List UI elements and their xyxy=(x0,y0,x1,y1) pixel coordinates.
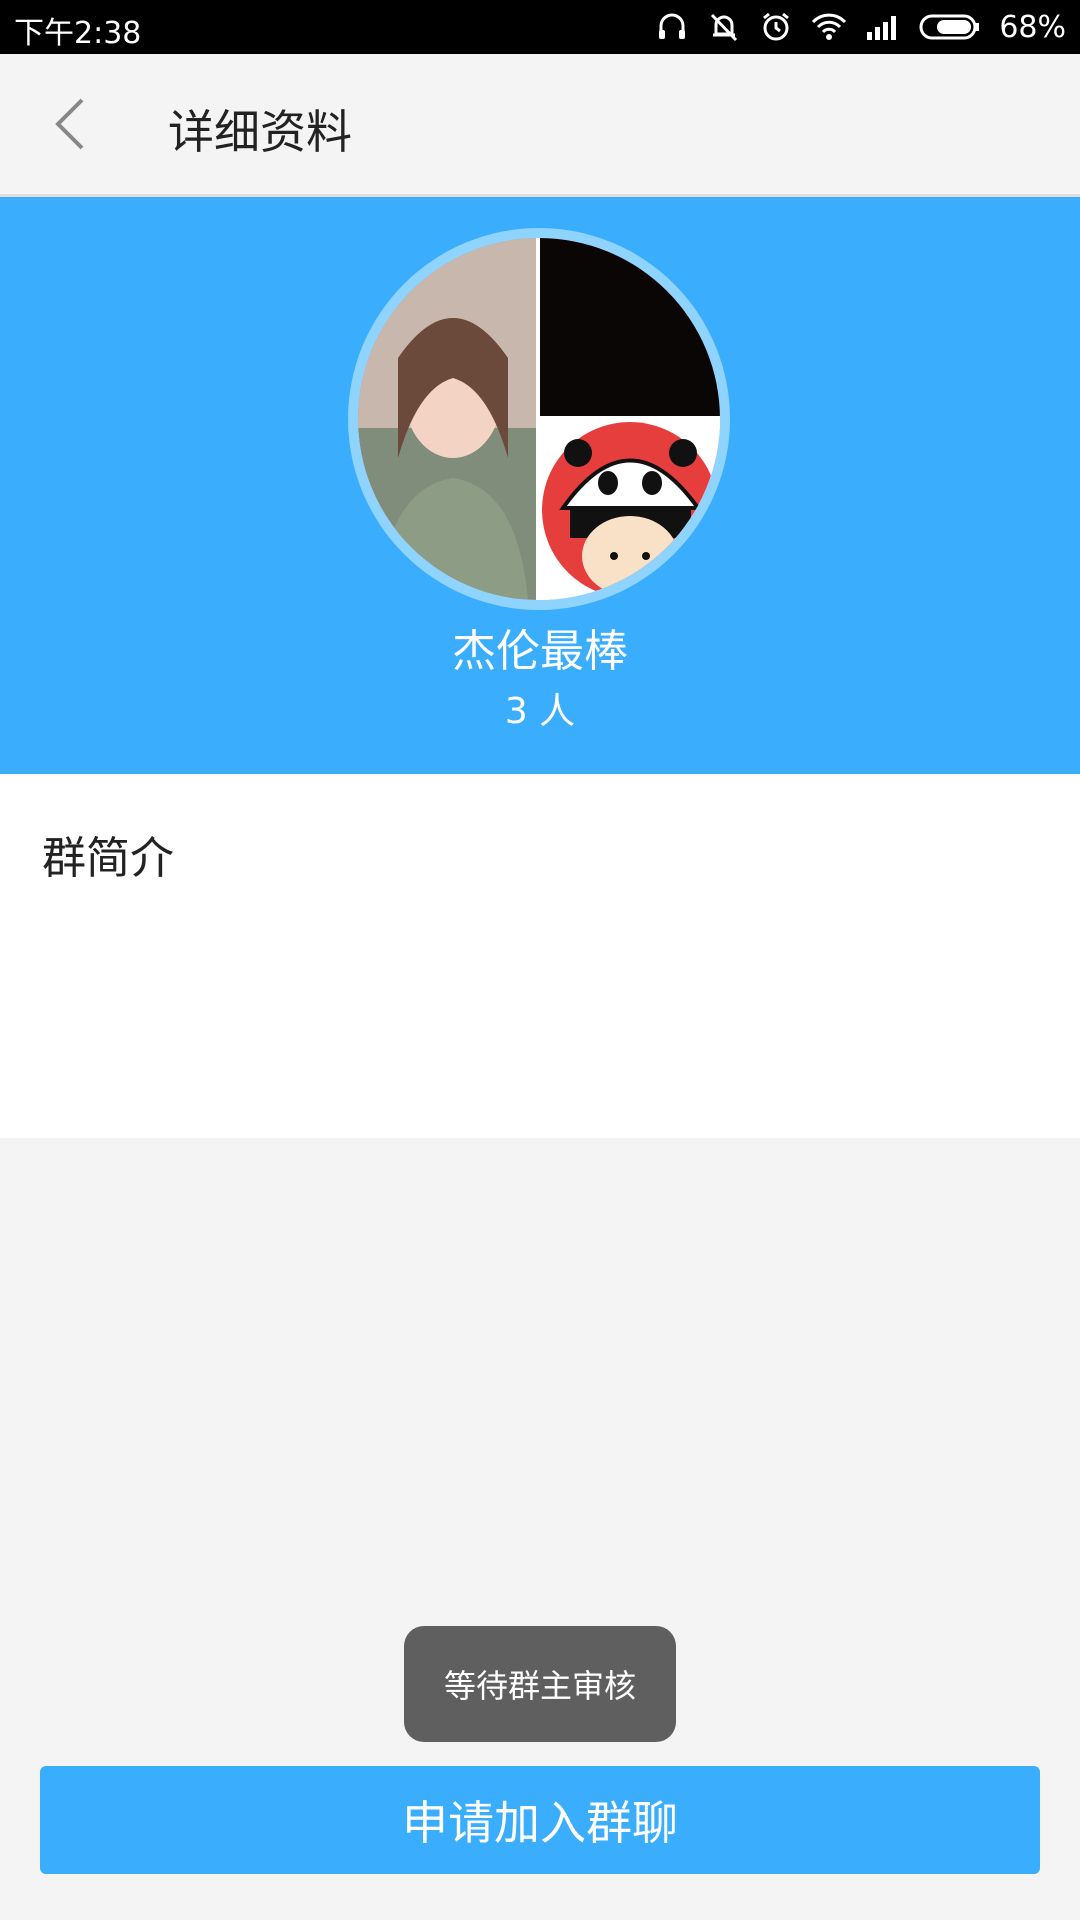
alarm-icon xyxy=(759,10,793,44)
group-intro-title: 群简介 xyxy=(42,833,174,884)
status-icons: 68% xyxy=(655,6,1066,48)
wifi-icon xyxy=(811,12,847,42)
group-avatar[interactable] xyxy=(358,238,720,600)
battery-percent: 68% xyxy=(999,9,1066,45)
join-group-button[interactable]: 申请加入群聊 xyxy=(40,1766,1040,1874)
member-count: 3 人 xyxy=(504,691,576,732)
status-bar: 下午2:38 68% xyxy=(0,0,1080,54)
app-header: 详细资料 xyxy=(0,54,1080,197)
group-name: 杰伦最棒 xyxy=(452,626,628,677)
group-avatar-collage xyxy=(358,238,720,600)
headset-icon xyxy=(655,10,689,44)
toast-message: 等待群主审核 xyxy=(404,1626,676,1742)
signal-icon xyxy=(865,12,901,42)
bell-muted-icon xyxy=(707,10,741,44)
status-time: 下午2:38 xyxy=(14,16,142,51)
page-title: 详细资料 xyxy=(168,105,352,159)
back-button[interactable] xyxy=(40,94,100,154)
group-intro-card: 群简介 xyxy=(0,774,1080,1138)
chevron-left-icon xyxy=(55,98,84,150)
battery-icon xyxy=(919,12,981,42)
